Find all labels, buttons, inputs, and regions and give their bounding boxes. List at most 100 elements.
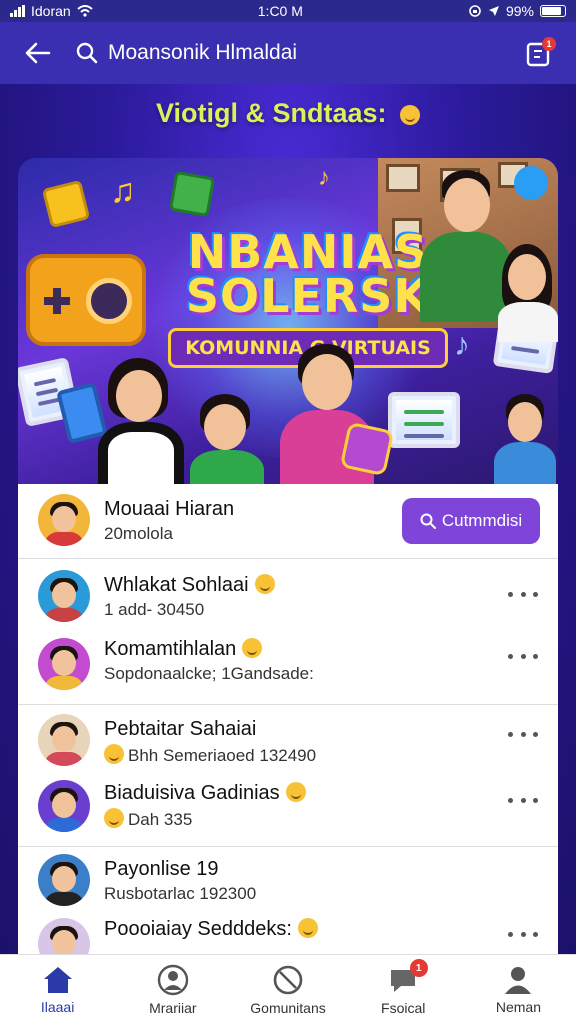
list-item[interactable]: Mouaai Hiaran 20molola Cutmmdisi xyxy=(18,484,558,558)
bottom-nav: Ilaaai Mrariiar Gomunitans 1 Fsoical Nem… xyxy=(0,954,576,1024)
status-bar: Idoran 1:C0 M 99% xyxy=(0,0,576,22)
cube-icon xyxy=(41,179,91,229)
banner-title-line2: SOLERSK xyxy=(185,269,431,323)
nav-social[interactable]: 1 Fsoical xyxy=(346,955,461,1024)
hero-banner[interactable]: ♫ ♪ ♪ NBANIAS SOLERSK KOMUNNIA G VIRTUAI… xyxy=(18,158,558,484)
search-icon xyxy=(76,42,98,64)
community-icon xyxy=(273,965,303,994)
nav-label: Mrariiar xyxy=(149,999,197,1016)
member-sub: 20molola xyxy=(104,524,173,543)
avatar xyxy=(38,780,90,832)
section-heading: Viotigl & Sndtaas: xyxy=(0,98,576,129)
nav-label: Fsoical xyxy=(381,999,426,1016)
location-icon xyxy=(488,6,499,16)
home-icon xyxy=(43,966,72,993)
nav-label: Ilaaai xyxy=(40,998,75,1015)
avatar xyxy=(38,714,90,766)
search-text: Moansonik Hlmaldai xyxy=(108,41,298,64)
more-options-button[interactable] xyxy=(508,584,538,604)
clap-emoji-icon xyxy=(297,918,318,938)
girl-figure xyxy=(88,358,198,484)
member-name: Poooiaiay Sedddeks: xyxy=(104,918,318,941)
rotation-lock-icon xyxy=(469,5,481,17)
search-input[interactable]: Moansonik Hlmaldai xyxy=(76,41,518,65)
nav-community[interactable]: Gomunitans xyxy=(230,955,345,1024)
banner-title-line1: NBANIAS xyxy=(187,225,429,279)
back-arrow-icon xyxy=(25,42,51,64)
member-sub: Rusbotarlac 192300 xyxy=(104,884,257,903)
nav-profile[interactable]: Mrariiar xyxy=(115,955,230,1024)
divider xyxy=(18,846,558,847)
nav-home[interactable]: Ilaaai xyxy=(0,955,115,1024)
share-bubble-icon[interactable] xyxy=(514,166,548,200)
coin-emoji-icon xyxy=(104,744,124,764)
wink-emoji-icon xyxy=(242,638,263,658)
list-item[interactable]: Pebtaitar Sahaiai Bhh Semeriaoed 132490 xyxy=(18,710,558,774)
avatar xyxy=(38,854,90,906)
notifications-button[interactable]: 1 xyxy=(518,33,558,73)
back-button[interactable] xyxy=(18,33,58,73)
avatar xyxy=(38,918,90,954)
more-options-button[interactable] xyxy=(508,790,538,810)
clock: 1:C0 M xyxy=(257,3,303,19)
woman-figure xyxy=(496,244,558,342)
app-header: Moansonik Hlmaldai 1 xyxy=(0,22,576,84)
user-icon xyxy=(505,966,532,994)
avatar xyxy=(38,570,90,622)
list-item[interactable]: Komamtihlalan Sopdonaalcke; 1Gandsade: xyxy=(18,632,558,698)
member-sub: Bhh Semeriaoed 132490 xyxy=(104,744,316,766)
nav-label: Gomunitans xyxy=(250,999,326,1016)
list-item[interactable]: Payonlise 19 Rusbotarlac 192300 xyxy=(18,850,558,910)
more-options-button[interactable] xyxy=(508,646,538,666)
boy-figure xyxy=(492,394,558,484)
battery-percent: 99% xyxy=(505,3,534,19)
divider xyxy=(18,704,558,705)
member-name: Pebtaitar Sahaiai xyxy=(104,718,257,740)
nav-user[interactable]: Neman xyxy=(461,955,576,1024)
carrier-label: Idoran xyxy=(31,3,71,19)
status-left: Idoran xyxy=(10,3,93,19)
clap-emoji-icon xyxy=(254,574,275,594)
smile-emoji-icon xyxy=(400,105,421,125)
banner-title: NBANIAS SOLERSK xyxy=(158,225,458,323)
avatar xyxy=(38,494,90,546)
avatar xyxy=(38,638,90,690)
coin-emoji-icon xyxy=(104,808,124,828)
list-item[interactable]: Biaduisiva Gadinias Dah 335 xyxy=(18,776,558,840)
social-badge: 1 xyxy=(409,959,428,977)
search-icon xyxy=(420,513,436,529)
signal-icon xyxy=(10,5,25,17)
cube-icon xyxy=(168,170,216,218)
laptop-icon xyxy=(388,392,460,448)
member-name: Komamtihlalan xyxy=(104,638,263,661)
filter-button-label: Cutmmdisi xyxy=(441,511,523,530)
more-options-button[interactable] xyxy=(508,724,538,744)
more-options-button[interactable] xyxy=(508,924,538,944)
smile-emoji-icon xyxy=(285,782,306,802)
section-heading-text: Viotigl & Sndtaas: xyxy=(155,98,387,128)
list-item[interactable]: Poooiaiay Sedddeks: xyxy=(18,912,558,954)
camera-gamepad-icon xyxy=(26,254,146,346)
member-list: Mouaai Hiaran 20molola Cutmmdisi Whlakat… xyxy=(18,484,558,954)
filter-button[interactable]: Cutmmdisi xyxy=(402,498,540,544)
member-name: Biaduisiva Gadinias xyxy=(104,782,306,805)
member-sub: 1 add- 30450 xyxy=(104,600,205,619)
member-sub: Dah 335 xyxy=(104,808,192,830)
music-note-icon: ♪ xyxy=(318,164,330,191)
member-name: Payonlise 19 xyxy=(104,858,219,880)
emoji-sticker-icon xyxy=(339,421,395,477)
music-note-icon: ♫ xyxy=(110,172,136,210)
notification-badge: 1 xyxy=(542,37,556,51)
nav-label: Neman xyxy=(495,998,541,1015)
divider xyxy=(18,558,558,559)
profile-icon xyxy=(157,964,188,995)
list-item[interactable]: Whlakat Sohlaai 1 add- 30450 xyxy=(18,564,558,628)
member-sub: Sopdonaalcke; 1Gandsade: xyxy=(104,664,314,683)
member-name: Whlakat Sohlaai xyxy=(104,574,275,597)
battery-icon xyxy=(539,5,566,17)
wifi-icon xyxy=(77,5,93,17)
music-note-icon: ♪ xyxy=(454,326,470,362)
member-name: Mouaai Hiaran xyxy=(104,498,235,520)
boy-figure xyxy=(186,394,270,484)
status-right: 99% xyxy=(468,3,566,19)
